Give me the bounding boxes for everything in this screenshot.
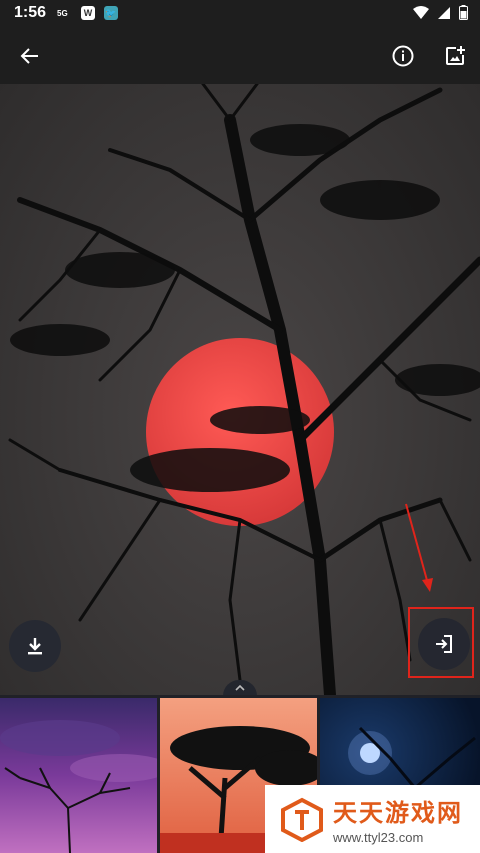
arrow-back-icon [20,48,38,64]
download-icon [28,638,42,655]
apply-wallpaper-button[interactable] [418,618,470,670]
site-watermark: 天天游戏网 www.ttyl23.com [265,785,480,853]
download-button[interactable] [9,620,61,672]
network-type: 5G [57,9,68,18]
watermark-title: 天天游戏网 [333,800,463,827]
battery-icon [459,5,468,20]
back-button[interactable] [10,36,50,76]
add-to-collection-button[interactable] [435,36,475,76]
status-bar: 1:56 5G W 🐦 [0,0,480,28]
app-notification-w: W [81,6,95,20]
info-button[interactable] [383,36,423,76]
login-arrow-icon [436,635,452,653]
annotation-arrow [405,503,433,592]
info-icon [392,45,414,67]
status-time: 1:56 [14,4,47,21]
watermark-logo-icon [281,797,323,842]
app-notification-bird: 🐦 [104,6,118,20]
thumbnail-purple-sky[interactable] [0,698,157,853]
chevron-up-icon [235,684,245,691]
add-photo-icon [446,46,465,65]
signal-icon [438,6,450,19]
watermark-url: www.ttyl23.com [333,830,424,845]
wifi-icon [413,5,429,19]
